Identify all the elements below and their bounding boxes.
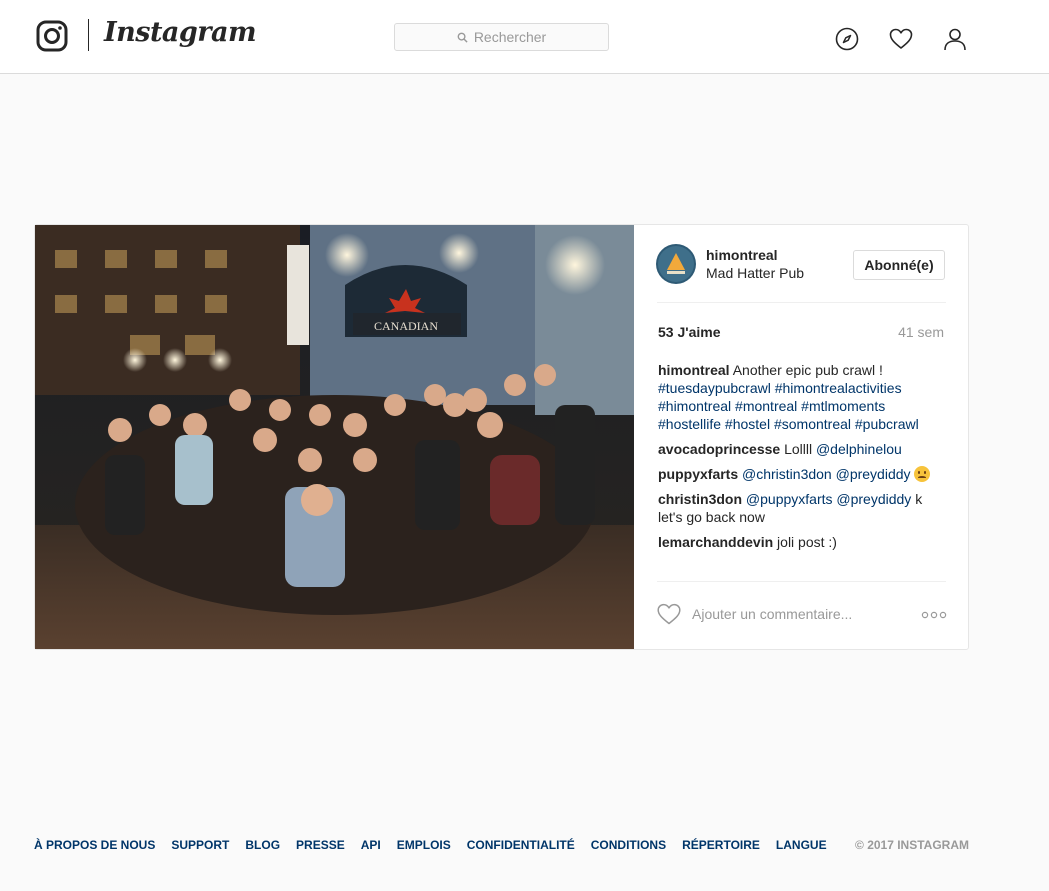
footer-link-press[interactable]: PRESSE <box>296 838 345 852</box>
search-icon <box>457 32 468 43</box>
footer-link-language[interactable]: LANGUE <box>776 838 827 852</box>
comment-author[interactable]: lemarchanddevin <box>658 534 773 550</box>
comment-author[interactable]: christin3don <box>658 491 742 507</box>
footer-link-api[interactable]: API <box>361 838 381 852</box>
post-photo[interactable]: CANADIAN <box>35 225 634 649</box>
divider <box>657 581 946 582</box>
divider <box>657 302 946 303</box>
comments-list: himontreal Another epic pub crawl ! #tue… <box>658 361 948 558</box>
footer: À PROPOS DE NOUS SUPPORT BLOG PRESSE API… <box>34 837 969 853</box>
footer-link-support[interactable]: SUPPORT <box>171 838 229 852</box>
heart-icon[interactable] <box>889 27 913 51</box>
comment-author[interactable]: himontreal <box>658 362 730 378</box>
logo-divider <box>88 19 89 51</box>
comment-author[interactable]: avocadoprincesse <box>658 441 780 457</box>
footer-link-privacy[interactable]: CONFIDENTIALITÉ <box>467 838 575 852</box>
post-author-username[interactable]: himontreal <box>706 247 778 263</box>
copyright: © 2017 INSTAGRAM <box>855 838 969 852</box>
compass-icon[interactable] <box>835 27 859 51</box>
caption-hashtags[interactable]: #tuesdaypubcrawl #himontrealactivities #… <box>658 380 919 432</box>
footer-link-directory[interactable]: RÉPERTOIRE <box>682 838 760 852</box>
comment-item: puppyxfarts @christin3don @preydiddy <box>658 465 948 483</box>
add-comment-input[interactable]: Ajouter un commentaire... <box>692 606 852 622</box>
comment-item: christin3don @puppyxfarts @preydiddy k l… <box>658 490 948 526</box>
search-placeholder: Rechercher <box>473 29 547 45</box>
footer-link-about[interactable]: À PROPOS DE NOUS <box>34 838 155 852</box>
comment-mention[interactable]: @christin3don @preydiddy <box>742 466 911 482</box>
like-heart-icon[interactable] <box>657 603 681 625</box>
follow-button[interactable]: Abonné(e) <box>853 250 945 280</box>
disappointed-face-icon <box>914 466 931 482</box>
post-card: CANADIAN himontreal Mad Hatter Pub Abonn… <box>34 224 969 650</box>
footer-link-jobs[interactable]: EMPLOIS <box>397 838 451 852</box>
caption-text: Another epic pub crawl ! <box>732 362 883 378</box>
footer-link-blog[interactable]: BLOG <box>245 838 280 852</box>
search-input[interactable]: Rechercher <box>394 23 609 51</box>
group-photo-image: CANADIAN <box>35 225 634 649</box>
footer-link-terms[interactable]: CONDITIONS <box>591 838 666 852</box>
comment-item: lemarchanddevin joli post :) <box>658 533 948 551</box>
instagram-camera-icon[interactable] <box>36 20 68 52</box>
instagram-wordmark[interactable]: Instagram <box>104 17 257 48</box>
comment-mention[interactable]: @puppyxfarts @preydiddy <box>746 491 911 507</box>
profile-icon[interactable] <box>943 27 967 51</box>
avatar[interactable] <box>656 244 696 284</box>
more-options-icon[interactable] <box>921 611 947 619</box>
caption: himontreal Another epic pub crawl ! #tue… <box>658 361 948 433</box>
comment-text: Lollll <box>784 441 813 457</box>
post-sidebar: himontreal Mad Hatter Pub Abonné(e) 53 J… <box>635 225 968 649</box>
top-nav-bar: Instagram Rechercher <box>0 0 1049 74</box>
storefront-sign-text: CANADIAN <box>374 319 438 333</box>
likes-count[interactable]: 53 J'aime <box>658 324 721 340</box>
comment-mention[interactable]: @delphinelou <box>816 441 902 457</box>
comment-author[interactable]: puppyxfarts <box>658 466 738 482</box>
post-timestamp[interactable]: 41 sem <box>898 324 944 340</box>
post-location[interactable]: Mad Hatter Pub <box>706 265 804 281</box>
comment-text: joli post :) <box>777 534 837 550</box>
comment-item: avocadoprincesse Lollll @delphinelou <box>658 440 948 458</box>
